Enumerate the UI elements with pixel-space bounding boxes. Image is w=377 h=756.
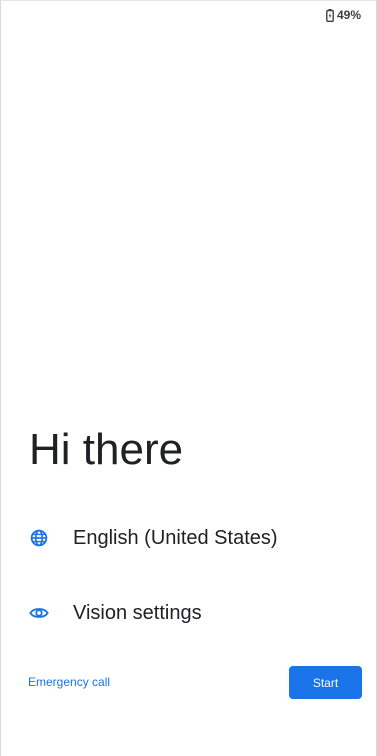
start-button[interactable]: Start (289, 666, 362, 699)
screen-frame (0, 0, 377, 756)
vision-settings-button[interactable]: Vision settings (24, 591, 353, 635)
emergency-call-link[interactable]: Emergency call (28, 675, 110, 689)
globe-icon (28, 527, 50, 549)
language-selector[interactable]: English (United States) (24, 516, 353, 560)
language-label: English (United States) (73, 526, 278, 549)
vision-settings-label: Vision settings (73, 601, 202, 624)
eye-icon (28, 602, 50, 624)
battery-percentage: 49% (336, 8, 361, 22)
status-bar: 49% (326, 6, 361, 24)
battery-charging-icon (326, 8, 334, 22)
welcome-title: Hi there (29, 425, 184, 474)
